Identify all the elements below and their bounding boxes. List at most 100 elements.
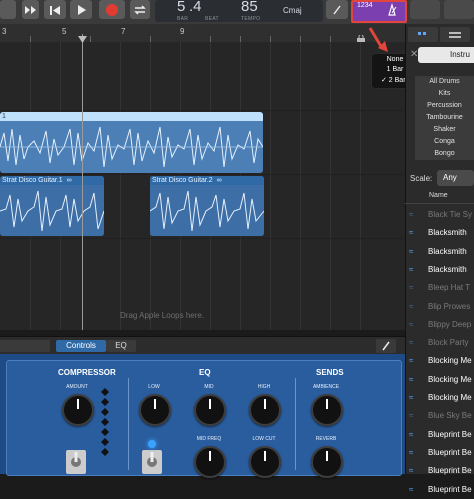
loop-name: Blueprint Be bbox=[428, 447, 472, 457]
loop-name: Blacksmith bbox=[428, 246, 467, 256]
forward-button[interactable] bbox=[22, 0, 39, 19]
loop-view-toggle[interactable] bbox=[408, 27, 438, 42]
loop-list-item[interactable]: ≈ Bleep Hat T bbox=[405, 279, 474, 297]
loop-list-item[interactable]: ≈ Blueprint Be bbox=[405, 426, 474, 444]
audio-loop-icon: ≈ bbox=[409, 246, 414, 256]
audio-loop-icon: ≈ bbox=[409, 429, 414, 439]
smart-controls-toggle[interactable] bbox=[410, 0, 440, 19]
mid-freq-knob[interactable] bbox=[194, 446, 226, 478]
instrument-tab[interactable]: Instru bbox=[418, 47, 474, 63]
loop-list-item[interactable]: ≈ Blip Prowes bbox=[405, 298, 474, 316]
low-knob[interactable] bbox=[139, 394, 171, 426]
loop-list-item[interactable]: ≈ Black Tie Sy bbox=[405, 206, 474, 224]
audio-loop-icon: ≈ bbox=[409, 393, 414, 402]
lcd-tempo: 85 bbox=[241, 0, 258, 15]
loop-list-item[interactable]: ≈ Blocking Me bbox=[405, 389, 474, 407]
loop-list-item[interactable]: ≈ Blacksmith bbox=[405, 224, 474, 242]
ambience-knob[interactable] bbox=[311, 394, 343, 426]
knob-label-low-cut: LOW CUT bbox=[252, 436, 276, 442]
loop-list-item[interactable]: ≈ Blacksmith bbox=[405, 261, 474, 279]
loop-list-item[interactable]: ≈ Blue Sky Be bbox=[405, 407, 474, 425]
high-knob[interactable] bbox=[249, 394, 281, 426]
header-left-area bbox=[0, 340, 50, 352]
name-column-header[interactable]: Name bbox=[429, 192, 448, 199]
go-to-start-button[interactable] bbox=[44, 0, 66, 19]
loop-list-item[interactable]: ≈ Blacksmith bbox=[405, 243, 474, 261]
loop-list-item[interactable]: ≈ Block Party bbox=[405, 334, 474, 352]
toggle-switch-icon bbox=[71, 452, 81, 467]
low-cut-knob[interactable] bbox=[249, 446, 281, 478]
category-kits[interactable]: Kits bbox=[415, 88, 474, 100]
tab-controls[interactable]: Controls bbox=[56, 340, 106, 352]
close-icon[interactable]: ✕ bbox=[410, 49, 418, 60]
loop-list-item[interactable]: ≈ Blocking Me bbox=[405, 371, 474, 389]
tuner-button[interactable] bbox=[326, 0, 348, 19]
loop-name: Blacksmith bbox=[428, 264, 467, 274]
list-view-icon bbox=[449, 32, 461, 38]
category-bongo[interactable]: Bongo bbox=[415, 148, 474, 160]
tab-eq[interactable]: EQ bbox=[106, 340, 136, 352]
grid-line bbox=[120, 42, 121, 330]
audio-loop-icon: ≈ bbox=[409, 356, 414, 366]
loop-name: Blocking Me bbox=[428, 374, 472, 384]
record-icon bbox=[106, 4, 118, 16]
playhead-handle-icon[interactable] bbox=[78, 36, 87, 44]
rewind-button[interactable] bbox=[0, 0, 16, 19]
amount-knob[interactable] bbox=[62, 394, 94, 426]
drag-loops-hint: Drag Apple Loops here. bbox=[120, 311, 205, 320]
lock-icon[interactable] bbox=[356, 30, 366, 43]
ruler-mark-9: 9 bbox=[180, 27, 185, 36]
record-button[interactable] bbox=[99, 0, 125, 19]
region-header: Strat Disco Guitar.1 ∞ bbox=[0, 176, 104, 185]
loop-name: Black Tie Sy bbox=[428, 210, 473, 219]
compressor-switch[interactable] bbox=[66, 450, 86, 474]
waveform bbox=[150, 185, 264, 236]
category-all-drums[interactable]: All Drums bbox=[415, 76, 474, 88]
lcd-beat: .4 bbox=[189, 0, 202, 15]
audio-region-strat-2[interactable]: Strat Disco Guitar.2 ∞ bbox=[150, 176, 264, 236]
reverb-knob[interactable] bbox=[311, 446, 343, 478]
category-percussion[interactable]: Percussion bbox=[415, 100, 474, 112]
loop-list-item[interactable]: ≈ Blippy Deep bbox=[405, 316, 474, 334]
mid-knob[interactable] bbox=[194, 394, 226, 426]
track-divider bbox=[0, 110, 405, 111]
eq-switch[interactable] bbox=[142, 450, 162, 474]
loop-list-item[interactable]: ≈ Blueprint Be bbox=[405, 481, 474, 499]
audio-loop-icon: ≈ bbox=[409, 301, 414, 311]
category-conga[interactable]: Conga bbox=[415, 136, 474, 148]
playhead[interactable] bbox=[82, 34, 83, 330]
loop-name: Blue Sky Be bbox=[428, 411, 472, 421]
loop-icon: ∞ bbox=[216, 177, 222, 184]
loop-view-toggle-2[interactable] bbox=[440, 27, 470, 42]
loop-list-item[interactable]: ≈ Blueprint Be bbox=[405, 462, 474, 480]
audio-loop-icon: ≈ bbox=[409, 374, 414, 384]
category-tambourine[interactable]: Tambourine bbox=[415, 112, 474, 124]
category-shaker[interactable]: Shaker bbox=[415, 124, 474, 136]
loop-name: Blocking Me bbox=[428, 393, 472, 402]
annotation-arrow-icon bbox=[368, 27, 388, 52]
audio-region-strat-1[interactable]: Strat Disco Guitar.1 ∞ bbox=[0, 176, 104, 236]
audio-region-top[interactable]: 1 bbox=[0, 112, 263, 173]
scale-select[interactable]: Any bbox=[437, 170, 474, 186]
pencil-button[interactable] bbox=[376, 339, 396, 353]
lcd-beat-label: BEAT bbox=[205, 16, 219, 22]
loop-list-item[interactable]: ≈ Blueprint Be bbox=[405, 444, 474, 462]
section-sends: SENDS bbox=[316, 368, 344, 377]
timeline-ruler[interactable] bbox=[0, 24, 405, 43]
play-button[interactable] bbox=[70, 0, 92, 19]
loop-name: Blueprint Be bbox=[428, 484, 472, 494]
loop-browser-toggle[interactable] bbox=[444, 0, 474, 19]
divider bbox=[295, 378, 296, 470]
smart-controls-header: Controls EQ bbox=[0, 336, 405, 355]
cycle-button[interactable] bbox=[130, 0, 150, 19]
knob-label-amount: AMOUNT bbox=[66, 384, 88, 390]
audio-loop-icon: ≈ bbox=[409, 338, 414, 348]
loop-list-item[interactable]: ≈ Blocking Me bbox=[405, 352, 474, 370]
ruler-mark-5: 5 bbox=[62, 27, 67, 36]
lcd-display[interactable]: 5 .4 BAR BEAT 85 TEMPO Cmaj bbox=[155, 0, 323, 22]
knob-label-reverb: REVERB bbox=[315, 436, 337, 442]
checkmark-icon: ✓ bbox=[380, 77, 387, 84]
loop-name: Bleep Hat T bbox=[428, 283, 471, 293]
waveform bbox=[0, 185, 104, 236]
grid-line bbox=[300, 42, 301, 330]
